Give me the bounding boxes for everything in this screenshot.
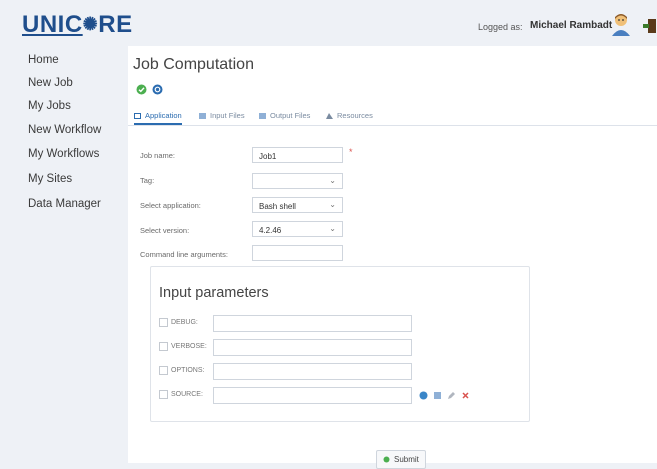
version-label: Select version:: [140, 226, 190, 235]
refresh-icon[interactable]: [152, 84, 163, 95]
submit-icon: [383, 456, 390, 463]
tab-application[interactable]: Application: [134, 111, 182, 125]
verbose-input[interactable]: [213, 339, 412, 356]
logged-as-label: Logged as:: [478, 22, 523, 32]
debug-checkbox[interactable]: [159, 318, 168, 327]
source-checkbox[interactable]: [159, 390, 168, 399]
chevron-down-icon: ⌄: [329, 176, 336, 185]
main-content: Job Computation Application Input Files …: [128, 46, 657, 469]
delete-icon[interactable]: [461, 391, 470, 400]
source-input[interactable]: [213, 387, 412, 404]
user-avatar-icon[interactable]: [611, 12, 631, 36]
logout-icon[interactable]: [643, 18, 657, 34]
tag-label: Tag:: [140, 176, 155, 185]
tab-bar: Application Input Files Output Files Res…: [128, 108, 657, 126]
header: UNIC✺RE Logged as: Michael Rambadt: [0, 0, 657, 46]
logo[interactable]: UNIC✺RE: [22, 11, 133, 39]
application-select-value: Bash shell: [259, 202, 296, 211]
run-icon[interactable]: [136, 84, 147, 95]
sidebar-item-my-sites[interactable]: My Sites: [28, 173, 72, 185]
options-label: OPTIONS:: [171, 367, 205, 374]
logo-text-left: UNIC: [22, 11, 83, 38]
version-select-value: 4.2.46: [259, 226, 282, 235]
debug-input[interactable]: [213, 315, 412, 332]
page-title: Job Computation: [133, 56, 254, 73]
application-icon: [134, 113, 141, 119]
sidebar-item-home[interactable]: Home: [28, 54, 59, 66]
tab-output-files[interactable]: Output Files: [259, 111, 310, 120]
source-label: SOURCE:: [171, 391, 203, 398]
username[interactable]: Michael Rambadt: [530, 20, 612, 31]
chevron-down-icon: ⌄: [329, 224, 336, 233]
verbose-label: VERBOSE:: [171, 343, 207, 350]
resources-icon: [326, 113, 333, 119]
output-files-icon: [259, 113, 266, 119]
required-mark: *: [349, 147, 353, 157]
tab-resources[interactable]: Resources: [326, 111, 373, 120]
args-label: Command line arguments:: [140, 250, 228, 259]
input-parameters-title: Input parameters: [159, 285, 269, 301]
args-input[interactable]: [252, 245, 343, 261]
upload-icon[interactable]: [433, 391, 442, 400]
sidebar-item-new-workflow[interactable]: New Workflow: [28, 124, 101, 136]
gear-icon: ✺: [82, 14, 99, 34]
input-files-icon: [199, 113, 206, 119]
tag-select[interactable]: ⌄: [252, 173, 343, 189]
submit-button[interactable]: Submit: [376, 450, 426, 469]
sidebar-item-new-job[interactable]: New Job: [28, 77, 73, 89]
info-icon[interactable]: [419, 391, 428, 400]
debug-label: DEBUG:: [171, 319, 198, 326]
edit-icon[interactable]: [447, 391, 456, 400]
sidebar-item-data-manager[interactable]: Data Manager: [28, 198, 101, 210]
job-name-input[interactable]: Job1: [252, 147, 343, 163]
tab-output-files-label: Output Files: [270, 111, 311, 120]
chevron-down-icon: ⌄: [329, 200, 336, 209]
sidebar-item-my-jobs[interactable]: My Jobs: [28, 100, 71, 112]
options-input[interactable]: [213, 363, 412, 380]
tab-input-files[interactable]: Input Files: [199, 111, 245, 120]
version-select[interactable]: 4.2.46 ⌄: [252, 221, 343, 237]
application-select[interactable]: Bash shell ⌄: [252, 197, 343, 213]
sidebar: Home New Job My Jobs New Workflow My Wor…: [0, 46, 128, 463]
logo-text-right: RE: [98, 11, 133, 38]
tab-application-label: Application: [145, 111, 182, 120]
sidebar-item-my-workflows[interactable]: My Workflows: [28, 148, 99, 160]
tab-input-files-label: Input Files: [210, 111, 245, 120]
application-label: Select application:: [140, 201, 201, 210]
verbose-checkbox[interactable]: [159, 342, 168, 351]
input-parameters-panel: Input parameters DEBUG: VERBOSE: OPTIONS…: [150, 266, 530, 422]
job-name-label: Job name:: [140, 151, 176, 160]
options-checkbox[interactable]: [159, 366, 168, 375]
tab-resources-label: Resources: [337, 111, 373, 120]
